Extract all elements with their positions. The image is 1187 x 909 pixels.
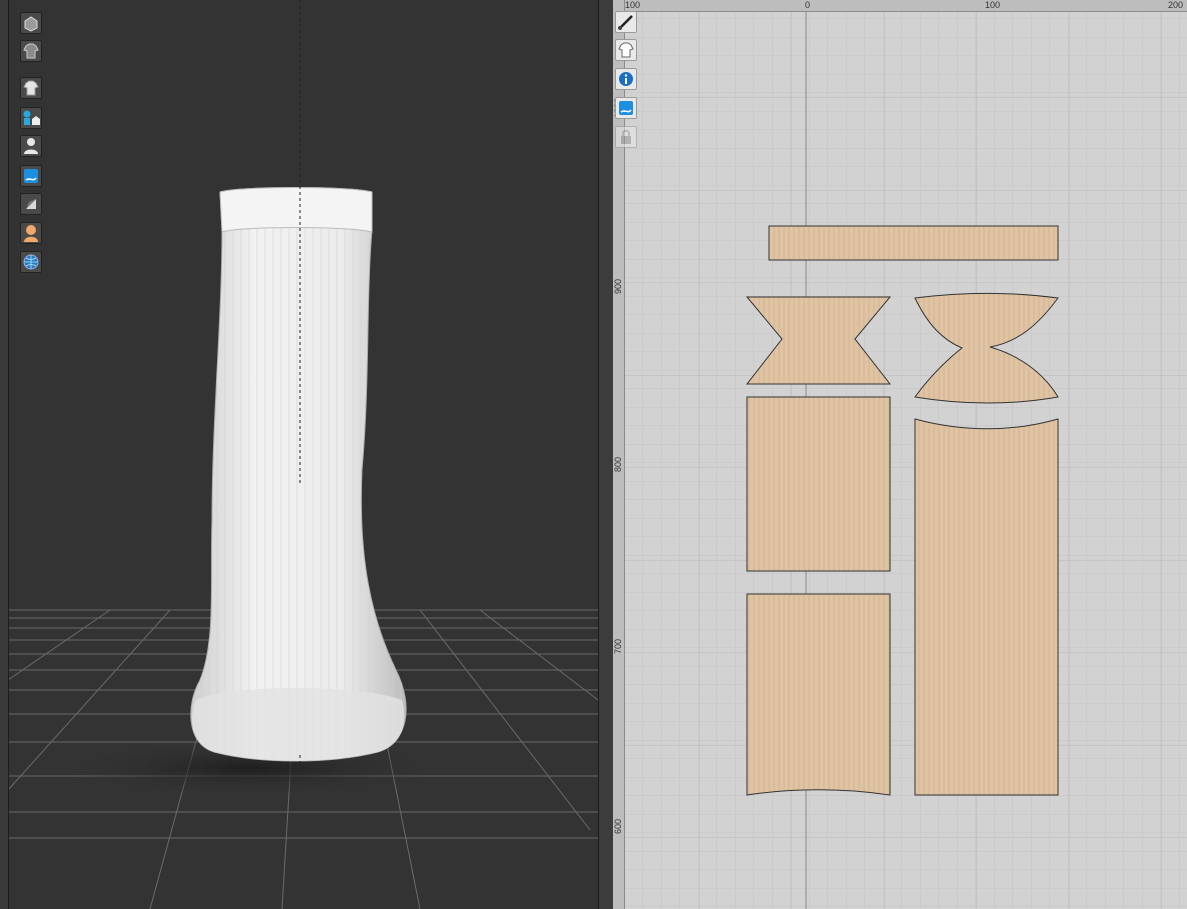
view-splitter[interactable]: [598, 0, 614, 909]
fabric-icon[interactable]: [615, 97, 637, 119]
skin-icon[interactable]: [20, 222, 42, 244]
sock-3d-model: [190, 187, 407, 762]
ruler-label: 100: [985, 0, 1001, 10]
left-panel-edge: [0, 0, 9, 909]
avatar-arrangement-icon[interactable]: [20, 107, 42, 129]
2d-pattern-window[interactable]: 100 0 100 200 1000 900 800 700 600: [613, 0, 1187, 909]
cube-view-icon[interactable]: [20, 12, 42, 34]
shadow-icon[interactable]: [20, 193, 42, 215]
pattern-piece-instep: [746, 396, 891, 572]
shirt-icon[interactable]: [20, 77, 42, 99]
environment-globe-icon[interactable]: [20, 251, 42, 273]
3d-viewport[interactable]: [0, 0, 598, 909]
info-icon[interactable]: [615, 68, 637, 90]
ruler-label: 100: [625, 0, 641, 10]
garment-view-icon[interactable]: [20, 40, 42, 62]
pattern-piece-toe: [746, 593, 891, 796]
shirt-icon[interactable]: [615, 39, 637, 61]
ruler-label: 600: [613, 818, 623, 834]
pattern-canvas: [624, 11, 1187, 909]
ruler-label: 700: [613, 638, 623, 654]
top-ruler: 100 0 100 200: [613, 0, 1187, 12]
ruler-label: 0: [805, 0, 811, 10]
brush-icon[interactable]: [615, 11, 637, 33]
ruler-label: 200: [1168, 0, 1184, 10]
lock-icon[interactable]: [615, 126, 637, 148]
ruler-label: 900: [613, 278, 623, 294]
pattern-piece-sole: [914, 418, 1059, 796]
ruler-label: 800: [613, 456, 623, 472]
pattern-piece-cuff: [768, 225, 1059, 261]
3d-scene: [7, 0, 598, 909]
avatar-icon[interactable]: [20, 135, 42, 157]
fabric-icon[interactable]: [20, 165, 42, 187]
